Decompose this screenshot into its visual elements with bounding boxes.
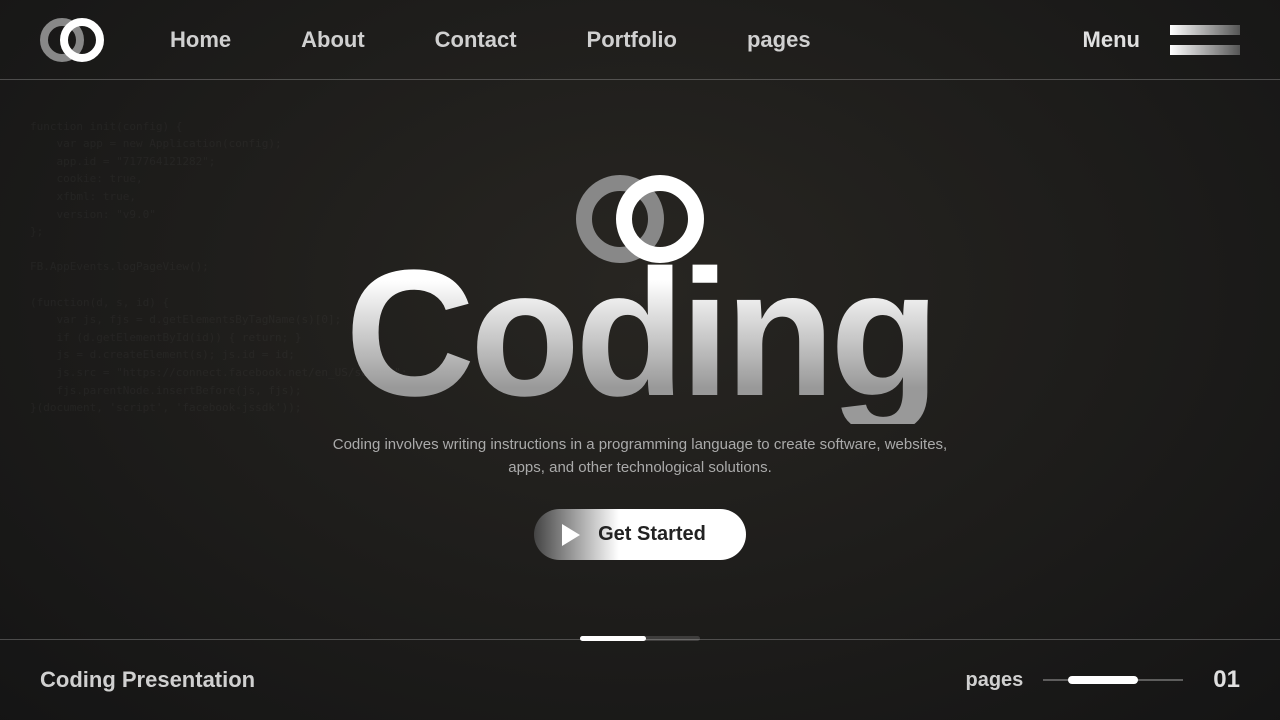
hero-section: Coding Coding involves writing instructi…: [0, 80, 1280, 640]
nav-home[interactable]: Home: [170, 27, 231, 53]
hero-description: Coding involves writing instructions in …: [320, 434, 960, 479]
nav-portfolio[interactable]: Portfolio: [587, 27, 677, 53]
header: Home About Contact Portfolio pages Menu: [0, 0, 1280, 80]
nav-pages[interactable]: pages: [747, 27, 811, 53]
menu-label[interactable]: Menu: [1083, 27, 1140, 53]
play-icon: [562, 524, 580, 546]
cta-label: Get Started: [598, 523, 706, 546]
logo-icon: [40, 15, 110, 65]
nav-about[interactable]: About: [301, 27, 365, 53]
hero-title: Coding: [345, 244, 935, 424]
hamburger-icon[interactable]: [1170, 25, 1240, 55]
brand-logo[interactable]: [40, 15, 110, 65]
slider-thumb: [1068, 676, 1138, 684]
presentation-title: Coding Presentation: [40, 667, 965, 693]
pages-label: pages: [965, 669, 1023, 692]
page-slider[interactable]: [1043, 679, 1183, 681]
nav-contact[interactable]: Contact: [435, 27, 517, 53]
get-started-button[interactable]: Get Started: [534, 509, 746, 560]
main-nav: Home About Contact Portfolio pages: [170, 27, 1083, 53]
page-number: 01: [1213, 666, 1240, 694]
footer: Coding Presentation pages 01: [0, 640, 1280, 720]
